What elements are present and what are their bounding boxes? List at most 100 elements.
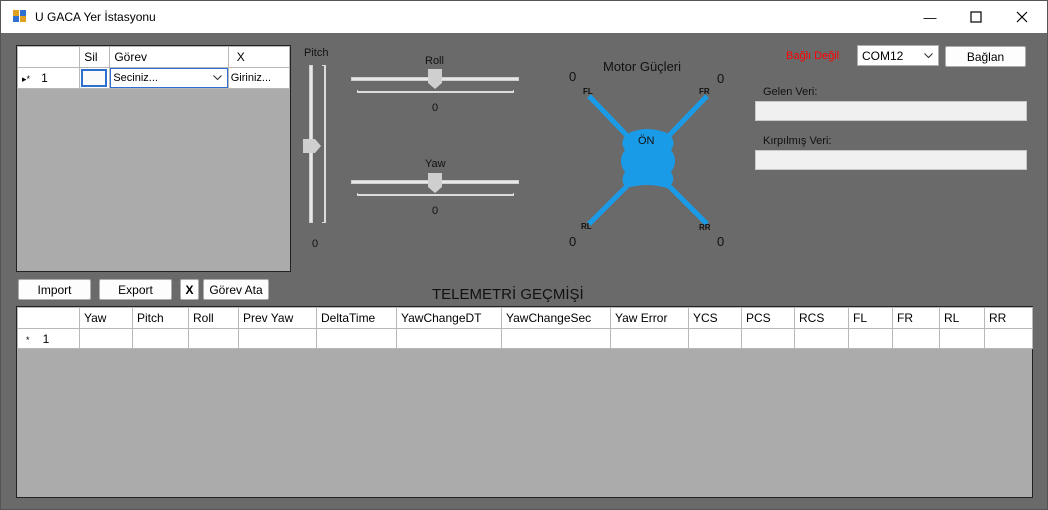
import-button[interactable]: Import	[18, 279, 91, 300]
close-icon	[1016, 11, 1028, 23]
telemetry-grid[interactable]: Yaw Pitch Roll Prev Yaw DeltaTime YawCha…	[16, 306, 1033, 498]
telemetry-header-yaw-error[interactable]: Yaw Error	[610, 307, 689, 329]
row-number: 1	[42, 331, 50, 346]
telemetry-header-yaw[interactable]: Yaw	[79, 307, 133, 329]
roll-slider[interactable]	[351, 69, 521, 99]
telemetry-header-yaw-change-sec[interactable]: YawChangeSec	[501, 307, 611, 329]
pitch-label: Pitch	[304, 47, 329, 59]
telemetry-header-fl[interactable]: FL	[848, 307, 893, 329]
telemetry-cell[interactable]	[939, 328, 985, 349]
pitch-slider-ticks	[322, 65, 326, 223]
connect-button[interactable]: Bağlan	[945, 46, 1026, 67]
telemetry-header-pcs[interactable]: PCS	[741, 307, 795, 329]
task-row-header[interactable]: ▸* 1	[16, 67, 81, 89]
task-grid[interactable]: Sil Görev X ▸* 1 Seciniz... Giriniz...	[16, 45, 291, 272]
close-button[interactable]	[999, 1, 1045, 33]
motor-title: Motor Güçleri	[603, 59, 682, 74]
clear-button[interactable]: X	[180, 279, 199, 300]
chevron-down-icon	[924, 53, 933, 59]
trimmed-data-label: Kırpılmış Veri:	[763, 135, 832, 147]
gorev-select-value: Seciniz...	[113, 72, 158, 84]
motor-fl-label: FL	[583, 87, 593, 96]
telemetry-cell[interactable]	[188, 328, 239, 349]
yaw-value: 0	[432, 205, 439, 217]
x-value-cell[interactable]: Giriniz...	[227, 67, 291, 89]
yaw-label: Yaw	[425, 158, 446, 170]
telemetry-cell[interactable]	[741, 328, 795, 349]
telemetry-header-yaw-change-dt[interactable]: YawChangeDT	[396, 307, 502, 329]
roll-slider-ticks	[357, 90, 514, 93]
task-grid-header-sil[interactable]: Sil	[79, 46, 111, 68]
pitch-slider-thumb[interactable]	[303, 139, 322, 153]
motor-fr-value: 0	[717, 71, 725, 86]
telemetry-header-ycs[interactable]: YCS	[688, 307, 742, 329]
task-grid-header-x[interactable]: X	[227, 46, 291, 68]
motor-rl-value: 0	[569, 234, 577, 249]
drone-front-label: ÖN	[638, 135, 655, 147]
trimmed-data-field[interactable]	[755, 150, 1027, 170]
telemetry-cell[interactable]	[848, 328, 893, 349]
telemetry-header-fr[interactable]: FR	[892, 307, 940, 329]
telemetry-grid-corner	[17, 307, 80, 329]
port-select[interactable]: COM12	[857, 45, 939, 66]
incoming-data-label: Gelen Veri:	[763, 86, 818, 98]
port-select-value: COM12	[862, 49, 904, 63]
motor-rl-label: RL	[581, 222, 592, 231]
motor-fl-value: 0	[569, 69, 577, 84]
motor-fr-label: FR	[699, 87, 710, 96]
motor-rr-label: RR	[699, 223, 711, 232]
telemetry-cell[interactable]	[984, 328, 1033, 349]
telemetry-cell[interactable]	[132, 328, 189, 349]
telemetry-cell[interactable]	[610, 328, 689, 349]
incoming-data-field[interactable]	[755, 101, 1027, 121]
telemetry-cell[interactable]	[794, 328, 849, 349]
roll-slider-thumb[interactable]	[428, 69, 442, 89]
roll-label: Roll	[425, 55, 444, 67]
table-row[interactable]: ▸* 1 Seciniz... Giriniz...	[16, 67, 291, 89]
connection-status: Bağlı Değil	[786, 50, 840, 62]
telemetry-cell[interactable]	[316, 328, 397, 349]
window-title: U GACA Yer İstasyonu	[35, 10, 156, 24]
pitch-slider[interactable]	[303, 63, 329, 227]
telemetry-cell[interactable]	[688, 328, 742, 349]
telemetry-header-rr[interactable]: RR	[984, 307, 1033, 329]
row-marker: *	[26, 334, 30, 345]
telemetry-title: TELEMETRİ GEÇMİŞİ	[432, 286, 584, 303]
telemetry-row-header[interactable]: * 1	[17, 328, 80, 349]
telemetry-cell[interactable]	[79, 328, 133, 349]
sil-button[interactable]	[81, 69, 108, 87]
gorev-cell[interactable]: Seciniz...	[109, 67, 229, 89]
maximize-icon	[970, 11, 982, 23]
roll-value: 0	[432, 102, 439, 114]
yaw-slider[interactable]	[351, 173, 521, 203]
telemetry-header-rcs[interactable]: RCS	[794, 307, 849, 329]
chevron-down-icon	[212, 75, 222, 81]
telemetry-cell[interactable]	[501, 328, 611, 349]
telemetry-cell[interactable]	[238, 328, 317, 349]
app-icon	[13, 10, 26, 22]
main-window: U GACA Yer İstasyonu — Sil Görev X ▸* 1	[0, 0, 1048, 510]
telemetry-header-rl[interactable]: RL	[939, 307, 985, 329]
pitch-value: 0	[312, 238, 319, 250]
minimize-button[interactable]: —	[907, 1, 953, 33]
yaw-slider-ticks	[357, 193, 514, 196]
gorev-ata-button[interactable]: Görev Ata	[203, 279, 269, 300]
sil-cell[interactable]	[79, 67, 111, 89]
title-bar: U GACA Yer İstasyonu —	[1, 1, 1047, 33]
row-number: 1	[41, 71, 48, 85]
telemetry-header-prev-yaw[interactable]: Prev Yaw	[238, 307, 317, 329]
table-row[interactable]: * 1	[17, 328, 1033, 349]
maximize-button[interactable]	[953, 1, 999, 33]
drone-diagram	[587, 94, 709, 226]
task-grid-header-gorev[interactable]: Görev	[109, 46, 229, 68]
task-grid-corner	[16, 46, 81, 68]
telemetry-header-pitch[interactable]: Pitch	[132, 307, 189, 329]
telemetry-header-roll[interactable]: Roll	[188, 307, 239, 329]
telemetry-cell[interactable]	[396, 328, 502, 349]
telemetry-header-delta-time[interactable]: DeltaTime	[316, 307, 397, 329]
yaw-slider-thumb[interactable]	[428, 173, 442, 193]
telemetry-cell[interactable]	[892, 328, 940, 349]
gorev-select[interactable]: Seciniz...	[110, 68, 228, 88]
minimize-icon: —	[923, 9, 937, 25]
export-button[interactable]: Export	[99, 279, 172, 300]
